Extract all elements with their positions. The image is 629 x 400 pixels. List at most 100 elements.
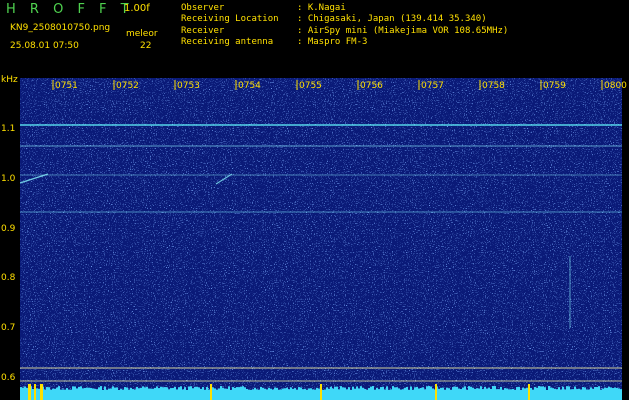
power-band-bar [548,386,550,392]
power-band-bar [126,387,128,392]
power-band-bar [60,389,62,392]
power-band-bar [450,389,452,392]
power-band-bar [396,387,398,392]
power-band-bar [98,387,100,392]
power-band-bar [424,389,426,392]
x-tick-label: 0759 [543,81,566,91]
power-band-bar [572,389,574,392]
power-band-bar [342,387,344,392]
power-band-bar [518,386,520,392]
power-band-bar [454,386,456,392]
power-band-bar [400,389,402,392]
power-band-bar [292,388,294,392]
power-band-bar [416,386,418,392]
power-band-bar [172,388,174,392]
power-band-bar [452,387,454,392]
power-band-bar [536,387,538,392]
power-band-bar [142,386,144,392]
power-band-bar [578,388,580,392]
power-band-bar [206,386,208,392]
power-band-bar [288,389,290,392]
power-band-bar [570,389,572,392]
power-band-bar [260,386,262,392]
power-band-bar [620,389,622,392]
power-band-bar [68,389,70,392]
receiver-value: : AirSpy mini (Miakejima VOR 108.65MHz) [297,26,509,36]
power-band-bar [306,389,308,392]
power-band-bar [352,386,354,392]
power-band-bar [566,386,568,392]
power-band-bar [74,386,76,392]
power-band-bar [538,386,540,392]
power-band-bar [390,389,392,392]
power-band-bar [362,387,364,392]
power-band-bar [338,389,340,392]
power-band-bar [458,388,460,392]
power-band-bar [48,387,50,392]
power-band-bar [350,389,352,392]
power-band-bar [584,387,586,392]
power-band-bar [384,389,386,392]
power-band-bar [598,386,600,392]
power-band-bar [116,387,118,392]
app-title: H R O F F T [6,2,134,17]
power-band-bar [250,389,252,392]
timestamp-label: 25.08.01 07:50 [10,41,79,51]
y-tick-label: 0.7 [1,323,16,333]
power-band-bar [370,386,372,392]
power-band-bar [412,389,414,392]
power-band-bar [580,389,582,392]
power-band-peak [28,384,31,400]
power-band-bar [582,387,584,392]
power-band-bar [72,386,74,392]
y-tick-label: 1.0 [1,174,16,184]
power-band-bar [148,388,150,392]
power-band-bar [486,388,488,392]
power-band-bar [200,388,202,392]
power-band-bar [340,386,342,392]
power-band-bar [542,386,544,392]
power-band-bar [356,386,358,392]
power-band-bar [482,389,484,392]
power-band-bar [404,387,406,392]
power-band-bar [330,386,332,392]
power-band-bar [24,386,26,392]
power-band-bar [86,387,88,392]
location-value: : Chigasaki, Japan (139.414 35.340) [297,14,487,24]
power-band-bar [114,387,116,392]
power-band-bar [242,386,244,392]
power-band-bar [54,388,56,392]
power-band-bar [348,387,350,392]
power-band-bar [534,387,536,392]
power-band-bar [514,389,516,392]
power-band-bar [298,387,300,392]
power-band-bar [264,388,266,392]
power-band-bar [402,389,404,392]
power-band-bar [138,388,140,392]
power-band-bar [270,388,272,392]
power-band-bar [154,387,156,392]
power-band-bar [164,387,166,392]
power-band-bar [56,387,58,392]
power-band-bar [192,388,194,392]
power-band-bar [484,386,486,392]
power-band-bar [498,389,500,392]
power-band-bar [522,387,524,392]
power-band-bar [244,387,246,392]
power-band-bar [102,389,104,392]
power-band-bar [278,389,280,392]
power-band-bar [556,389,558,392]
power-band-bar [334,386,336,392]
power-band-bar [158,388,160,392]
power-band-bar [364,389,366,392]
power-band-bar [170,388,172,392]
power-band-bar [220,386,222,392]
power-band-bar [366,389,368,392]
y-axis-unit: kHz [1,75,18,85]
power-band-bar [524,388,526,392]
power-band-bar [228,386,230,392]
power-band-bar [460,389,462,392]
power-band-bar [310,388,312,392]
power-band-bar [358,388,360,392]
power-band-bar [66,388,68,392]
